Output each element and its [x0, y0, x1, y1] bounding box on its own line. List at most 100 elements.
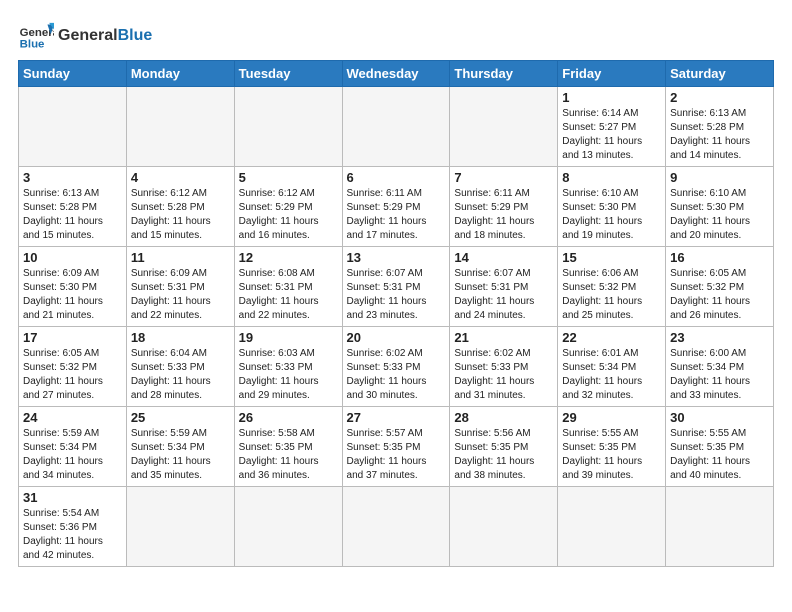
- day-number: 19: [239, 330, 338, 345]
- calendar-cell: 18 Sunrise: 6:04 AM Sunset: 5:33 PM Dayli…: [126, 327, 234, 407]
- logo: General Blue GeneralBlue: [18, 18, 152, 54]
- calendar-cell: 29Sunrise: 5:55 AM Sunset: 5:35 PM Dayli…: [558, 407, 666, 487]
- calendar-cell: 5 Sunrise: 6:12 AM Sunset: 5:29 PM Daylig…: [234, 167, 342, 247]
- day-number: 26: [239, 410, 338, 425]
- day-number: 7: [454, 170, 553, 185]
- calendar-cell: 31 Sunrise: 5:54 AM Sunset: 5:36 PM Dayli…: [19, 487, 127, 567]
- day-info: Sunrise: 6:06 AM Sunset: 5:32 PM Dayligh…: [562, 267, 661, 323]
- col-header-thursday: Thursday: [450, 61, 558, 87]
- calendar-cell: [126, 87, 234, 167]
- day-info: Sunrise: 6:12 AM Sunset: 5:28 PM Dayligh…: [131, 187, 230, 243]
- calendar-week-row: 31 Sunrise: 5:54 AM Sunset: 5:36 PM Dayli…: [19, 487, 774, 567]
- day-number: 3: [23, 170, 122, 185]
- day-info: Sunrise: 5:56 AM Sunset: 5:35 PM Dayligh…: [454, 427, 553, 483]
- day-number: 27: [347, 410, 446, 425]
- day-number: 16: [670, 250, 769, 265]
- calendar-cell: [342, 487, 450, 567]
- calendar-cell: 15 Sunrise: 6:06 AM Sunset: 5:32 PM Dayli…: [558, 247, 666, 327]
- svg-text:General: General: [20, 27, 54, 39]
- calendar-cell: [666, 487, 774, 567]
- day-number: 21: [454, 330, 553, 345]
- calendar-cell: 19 Sunrise: 6:03 AM Sunset: 5:33 PM Dayli…: [234, 327, 342, 407]
- calendar-cell: 7 Sunrise: 6:11 AM Sunset: 5:29 PM Daylig…: [450, 167, 558, 247]
- day-number: 12: [239, 250, 338, 265]
- calendar-cell: 23Sunrise: 6:00 AM Sunset: 5:34 PM Dayli…: [666, 327, 774, 407]
- calendar-week-row: 17 Sunrise: 6:05 AM Sunset: 5:32 PM Dayli…: [19, 327, 774, 407]
- logo-general-text: GeneralBlue: [58, 26, 152, 45]
- calendar-cell: [126, 487, 234, 567]
- calendar-cell: [342, 87, 450, 167]
- day-info: Sunrise: 6:08 AM Sunset: 5:31 PM Dayligh…: [239, 267, 338, 323]
- day-number: 18: [131, 330, 230, 345]
- calendar-cell: 16 Sunrise: 6:05 AM Sunset: 5:32 PM Dayli…: [666, 247, 774, 327]
- calendar-cell: 24 Sunrise: 5:59 AM Sunset: 5:34 PM Dayli…: [19, 407, 127, 487]
- calendar-cell: [450, 487, 558, 567]
- day-number: 15: [562, 250, 661, 265]
- day-info: Sunrise: 6:10 AM Sunset: 5:30 PM Dayligh…: [562, 187, 661, 243]
- day-info: Sunrise: 6:07 AM Sunset: 5:31 PM Dayligh…: [347, 267, 446, 323]
- day-info: Sunrise: 6:03 AM Sunset: 5:33 PM Dayligh…: [239, 347, 338, 403]
- calendar-cell: 26 Sunrise: 5:58 AM Sunset: 5:35 PM Dayli…: [234, 407, 342, 487]
- day-number: 4: [131, 170, 230, 185]
- col-header-monday: Monday: [126, 61, 234, 87]
- calendar-cell: [450, 87, 558, 167]
- col-header-friday: Friday: [558, 61, 666, 87]
- calendar-cell: 8 Sunrise: 6:10 AM Sunset: 5:30 PM Daylig…: [558, 167, 666, 247]
- day-number: 13: [347, 250, 446, 265]
- day-number: 20: [347, 330, 446, 345]
- calendar-cell: 27 Sunrise: 5:57 AM Sunset: 5:35 PM Dayli…: [342, 407, 450, 487]
- day-info: Sunrise: 5:58 AM Sunset: 5:35 PM Dayligh…: [239, 427, 338, 483]
- calendar-table: SundayMondayTuesdayWednesdayThursdayFrid…: [18, 60, 774, 567]
- page-header: General Blue GeneralBlue: [18, 18, 774, 54]
- day-number: 5: [239, 170, 338, 185]
- calendar-cell: 9 Sunrise: 6:10 AM Sunset: 5:30 PM Daylig…: [666, 167, 774, 247]
- calendar-cell: 10Sunrise: 6:09 AM Sunset: 5:30 PM Dayli…: [19, 247, 127, 327]
- day-number: 24: [23, 410, 122, 425]
- day-number: 1: [562, 90, 661, 105]
- day-info: Sunrise: 5:59 AM Sunset: 5:34 PM Dayligh…: [131, 427, 230, 483]
- day-info: Sunrise: 6:09 AM Sunset: 5:31 PM Dayligh…: [131, 267, 230, 323]
- day-info: Sunrise: 6:07 AM Sunset: 5:31 PM Dayligh…: [454, 267, 553, 323]
- calendar-header-row: SundayMondayTuesdayWednesdayThursdayFrid…: [19, 61, 774, 87]
- day-number: 11: [131, 250, 230, 265]
- day-info: Sunrise: 6:09 AM Sunset: 5:30 PM Dayligh…: [23, 267, 122, 323]
- calendar-cell: 25 Sunrise: 5:59 AM Sunset: 5:34 PM Dayli…: [126, 407, 234, 487]
- day-number: 2: [670, 90, 769, 105]
- day-info: Sunrise: 5:57 AM Sunset: 5:35 PM Dayligh…: [347, 427, 446, 483]
- day-info: Sunrise: 6:01 AM Sunset: 5:34 PM Dayligh…: [562, 347, 661, 403]
- day-number: 6: [347, 170, 446, 185]
- day-info: Sunrise: 6:04 AM Sunset: 5:33 PM Dayligh…: [131, 347, 230, 403]
- day-info: Sunrise: 5:54 AM Sunset: 5:36 PM Dayligh…: [23, 507, 122, 563]
- calendar-cell: 2Sunrise: 6:13 AM Sunset: 5:28 PM Daylig…: [666, 87, 774, 167]
- day-number: 9: [670, 170, 769, 185]
- day-number: 17: [23, 330, 122, 345]
- day-info: Sunrise: 5:59 AM Sunset: 5:34 PM Dayligh…: [23, 427, 122, 483]
- col-header-wednesday: Wednesday: [342, 61, 450, 87]
- calendar-cell: 14Sunrise: 6:07 AM Sunset: 5:31 PM Dayli…: [450, 247, 558, 327]
- calendar-cell: [19, 87, 127, 167]
- day-info: Sunrise: 6:05 AM Sunset: 5:32 PM Dayligh…: [670, 267, 769, 323]
- day-info: Sunrise: 5:55 AM Sunset: 5:35 PM Dayligh…: [562, 427, 661, 483]
- day-info: Sunrise: 6:05 AM Sunset: 5:32 PM Dayligh…: [23, 347, 122, 403]
- day-number: 31: [23, 490, 122, 505]
- day-info: Sunrise: 5:55 AM Sunset: 5:35 PM Dayligh…: [670, 427, 769, 483]
- calendar-cell: 30Sunrise: 5:55 AM Sunset: 5:35 PM Dayli…: [666, 407, 774, 487]
- day-info: Sunrise: 6:02 AM Sunset: 5:33 PM Dayligh…: [454, 347, 553, 403]
- calendar-cell: 21 Sunrise: 6:02 AM Sunset: 5:33 PM Dayli…: [450, 327, 558, 407]
- day-number: 8: [562, 170, 661, 185]
- day-info: Sunrise: 6:12 AM Sunset: 5:29 PM Dayligh…: [239, 187, 338, 243]
- day-info: Sunrise: 6:02 AM Sunset: 5:33 PM Dayligh…: [347, 347, 446, 403]
- day-info: Sunrise: 6:11 AM Sunset: 5:29 PM Dayligh…: [454, 187, 553, 243]
- col-header-tuesday: Tuesday: [234, 61, 342, 87]
- day-info: Sunrise: 6:11 AM Sunset: 5:29 PM Dayligh…: [347, 187, 446, 243]
- calendar-cell: 11 Sunrise: 6:09 AM Sunset: 5:31 PM Dayli…: [126, 247, 234, 327]
- calendar-cell: 4 Sunrise: 6:12 AM Sunset: 5:28 PM Daylig…: [126, 167, 234, 247]
- calendar-week-row: 3Sunrise: 6:13 AM Sunset: 5:28 PM Daylig…: [19, 167, 774, 247]
- svg-text:Blue: Blue: [20, 38, 45, 50]
- calendar-cell: [558, 487, 666, 567]
- calendar-week-row: 1Sunrise: 6:14 AM Sunset: 5:27 PM Daylig…: [19, 87, 774, 167]
- calendar-cell: 1Sunrise: 6:14 AM Sunset: 5:27 PM Daylig…: [558, 87, 666, 167]
- day-info: Sunrise: 6:10 AM Sunset: 5:30 PM Dayligh…: [670, 187, 769, 243]
- day-number: 25: [131, 410, 230, 425]
- day-info: Sunrise: 6:00 AM Sunset: 5:34 PM Dayligh…: [670, 347, 769, 403]
